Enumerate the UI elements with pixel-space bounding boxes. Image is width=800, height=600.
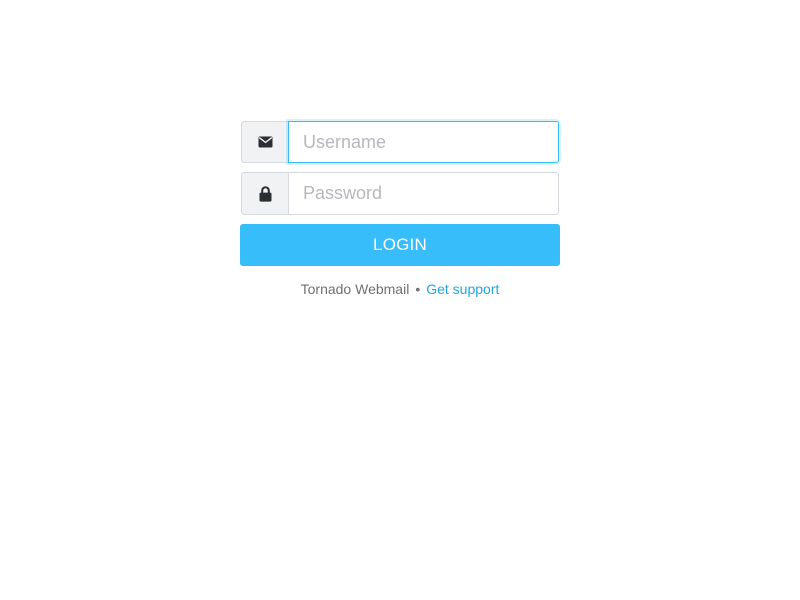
password-input-group — [240, 172, 560, 215]
product-name: Tornado Webmail — [300, 281, 410, 297]
login-form: LOGIN Tornado Webmail • Get support — [240, 121, 560, 297]
password-field[interactable] — [288, 172, 559, 215]
footer-separator: • — [415, 281, 421, 297]
lock-icon — [241, 172, 288, 215]
username-input-group — [240, 121, 560, 163]
login-footer: Tornado Webmail • Get support — [240, 281, 560, 297]
envelope-icon — [241, 121, 288, 163]
get-support-link[interactable]: Get support — [426, 281, 499, 297]
login-button[interactable]: LOGIN — [240, 224, 560, 266]
username-field[interactable] — [288, 121, 559, 163]
